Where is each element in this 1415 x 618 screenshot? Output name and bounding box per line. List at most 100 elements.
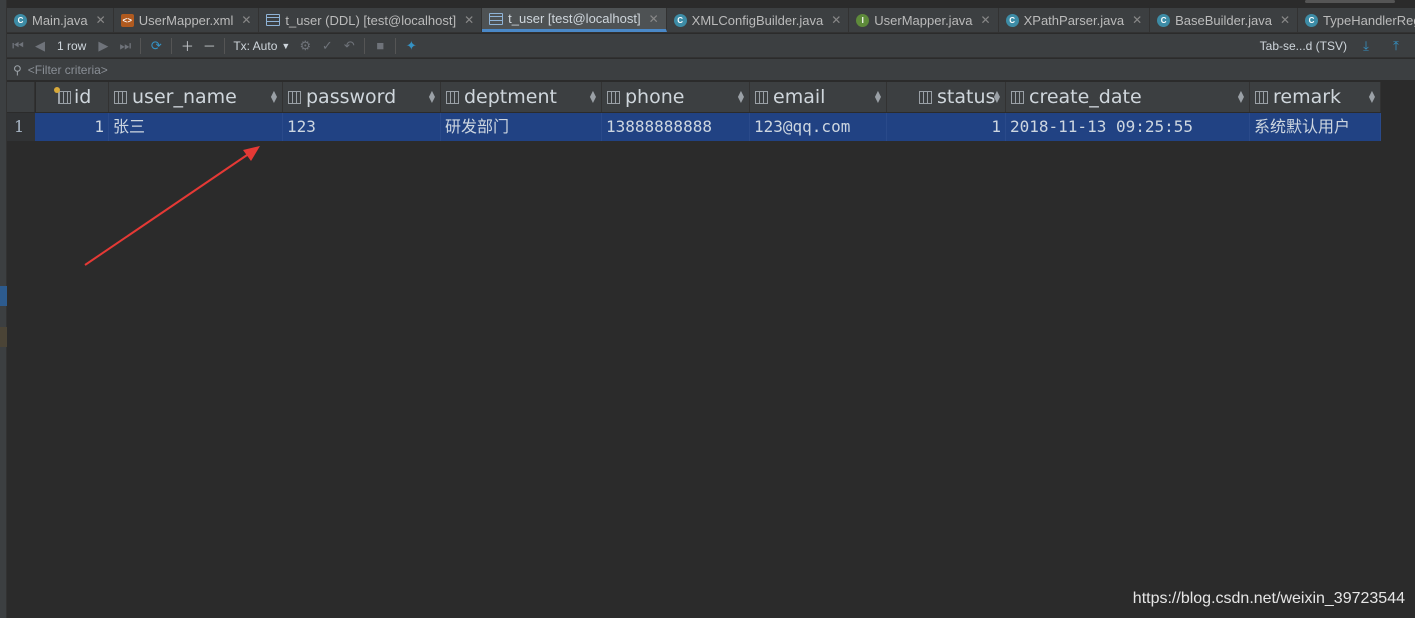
- tab-t-user[interactable]: t_user [test@localhost] ✕: [482, 8, 667, 32]
- sort-icon[interactable]: ▲ ▼: [875, 90, 881, 104]
- java-class-icon: C: [673, 13, 687, 27]
- add-row-icon[interactable]: ＋: [176, 36, 198, 56]
- column-header-email[interactable]: email ▲ ▼: [750, 82, 887, 112]
- pin-tab-icon[interactable]: ✦: [400, 36, 422, 56]
- table-cell-remark[interactable]: 系统默认用户: [1250, 113, 1381, 141]
- tab-t-user-ddl[interactable]: t_user (DDL) [test@localhost] ✕: [259, 8, 483, 32]
- delete-row-icon[interactable]: －: [198, 36, 220, 56]
- next-page-icon[interactable]: ▶: [92, 36, 114, 56]
- column-icon: [288, 90, 301, 104]
- table-cell-deptment[interactable]: 研发部门: [441, 113, 602, 141]
- table-icon: [489, 12, 504, 25]
- commit-icon[interactable]: ✓: [316, 36, 338, 56]
- sort-icon[interactable]: ▲ ▼: [994, 90, 1000, 104]
- tab-label: BaseBuilder.java: [1175, 12, 1272, 28]
- close-icon[interactable]: ✕: [649, 12, 659, 26]
- tab-label: XMLConfigBuilder.java: [691, 12, 824, 28]
- java-interface-icon: I: [856, 13, 870, 27]
- first-page-icon[interactable]: ⏮: [7, 36, 29, 56]
- column-icon: [919, 90, 932, 104]
- sort-icon[interactable]: ▲ ▼: [590, 90, 596, 104]
- tab-label: UserMapper.java: [874, 12, 973, 28]
- row-number-header: [7, 82, 35, 112]
- column-header-remark[interactable]: remark ▲ ▼: [1250, 82, 1381, 112]
- column-header-password[interactable]: password ▲ ▼: [283, 82, 441, 112]
- rollback-icon[interactable]: ↶: [338, 36, 360, 56]
- java-class-icon: C: [1305, 13, 1319, 27]
- column-header-label: deptment: [464, 86, 557, 108]
- editor-tab-bar: C Main.java ✕ <> UserMapper.xml ✕ t_user…: [7, 8, 1415, 33]
- column-header-label: password: [306, 86, 397, 108]
- toolbar-right-group: Tab-se...d (TSV) ⤓ ⤒: [1260, 34, 1407, 58]
- tab-usermapper-xml[interactable]: <> UserMapper.xml ✕: [114, 8, 260, 32]
- column-header-create-date[interactable]: create_date ▲ ▼: [1006, 82, 1250, 112]
- sort-icon[interactable]: ▲ ▼: [1369, 90, 1375, 104]
- tx-mode-dropdown[interactable]: Tx: Auto ▼: [229, 39, 294, 53]
- last-page-icon[interactable]: ⏭: [114, 36, 136, 56]
- table-cell-password[interactable]: 123: [283, 113, 441, 141]
- column-icon: [1255, 90, 1268, 104]
- sort-icon[interactable]: ▲ ▼: [271, 90, 277, 104]
- column-header-deptment[interactable]: deptment ▲ ▼: [441, 82, 602, 112]
- commit-settings-icon[interactable]: ⚙: [294, 36, 316, 56]
- close-icon[interactable]: ✕: [981, 13, 991, 27]
- column-header-phone[interactable]: phone ▲ ▼: [602, 82, 750, 112]
- table-cell-id[interactable]: 1: [35, 113, 109, 141]
- sort-icon[interactable]: ▲ ▼: [738, 90, 744, 104]
- column-header-id[interactable]: id: [36, 82, 109, 112]
- filter-icon[interactable]: ⚲: [13, 63, 22, 77]
- table-cell-email[interactable]: 123@qq.com: [750, 113, 887, 141]
- toolbar-separator: [171, 37, 173, 54]
- left-strip-marker: [0, 286, 7, 306]
- tab-xpathparser-java[interactable]: C XPathParser.java ✕: [999, 8, 1151, 32]
- annotation-arrow-head: [243, 146, 260, 161]
- tab-main-java[interactable]: C Main.java ✕: [7, 8, 114, 32]
- xml-file-icon: <>: [120, 13, 134, 27]
- upload-icon[interactable]: ⤒: [1385, 36, 1407, 56]
- toolbar-separator: [140, 37, 142, 54]
- sort-icon[interactable]: ▲ ▼: [1238, 90, 1244, 104]
- table-cell-status[interactable]: 1: [887, 113, 1006, 141]
- column-header-label: id: [74, 86, 92, 108]
- java-class-icon: C: [1157, 13, 1171, 27]
- tab-basebuilder-java[interactable]: C BaseBuilder.java ✕: [1150, 8, 1299, 32]
- column-header-label: remark: [1273, 86, 1342, 108]
- close-icon[interactable]: ✕: [464, 13, 474, 27]
- table-cell-create-date[interactable]: 2018-11-13 09:25:55: [1006, 113, 1250, 141]
- sort-icon[interactable]: ▲ ▼: [429, 90, 435, 104]
- row-number[interactable]: 1: [7, 113, 35, 141]
- close-icon[interactable]: ✕: [241, 13, 251, 27]
- window-scroll-indicator: [1305, 0, 1395, 3]
- column-header-label: status: [937, 86, 996, 108]
- java-class-icon: C: [14, 13, 27, 27]
- close-icon[interactable]: ✕: [831, 13, 841, 27]
- column-header-label: user_name: [132, 86, 237, 108]
- export-format-selector[interactable]: Tab-se...d (TSV): [1260, 39, 1347, 53]
- previous-page-icon[interactable]: ◀: [29, 36, 51, 56]
- row-count[interactable]: 1 row: [51, 39, 92, 53]
- table-cell-user-name[interactable]: 张三: [109, 113, 283, 141]
- refresh-icon[interactable]: ⟳: [145, 36, 167, 56]
- tab-label: XPathParser.java: [1023, 12, 1125, 28]
- tab-label: Main.java: [32, 12, 88, 28]
- tab-label: TypeHandlerRegist: [1323, 12, 1415, 28]
- close-icon[interactable]: ✕: [1132, 13, 1142, 27]
- column-header-status[interactable]: status ▲ ▼: [887, 82, 1006, 112]
- tab-usermapper-java[interactable]: I UserMapper.java ✕: [849, 8, 999, 32]
- primary-key-icon: [54, 86, 71, 104]
- table-cell-phone[interactable]: 13888888888: [602, 113, 750, 141]
- column-header-label: email: [773, 86, 826, 108]
- toolbar-separator: [364, 37, 366, 54]
- close-icon[interactable]: ✕: [1280, 13, 1290, 27]
- stop-icon[interactable]: ■: [369, 36, 391, 56]
- toolbar-separator: [224, 37, 226, 54]
- annotation-arrow-line: [84, 152, 251, 266]
- left-strip-marker: [0, 327, 7, 347]
- tab-xmlconfigbuilder-java[interactable]: C XMLConfigBuilder.java ✕: [667, 8, 850, 32]
- tab-typehandlerregistry-java[interactable]: C TypeHandlerRegist: [1298, 8, 1415, 32]
- column-header-user-name[interactable]: user_name ▲ ▼: [109, 82, 283, 112]
- close-icon[interactable]: ✕: [96, 13, 106, 27]
- filter-bar[interactable]: ⚲ <Filter criteria>: [7, 59, 1415, 81]
- filter-criteria-input[interactable]: <Filter criteria>: [28, 63, 108, 77]
- download-icon[interactable]: ⤓: [1355, 36, 1377, 56]
